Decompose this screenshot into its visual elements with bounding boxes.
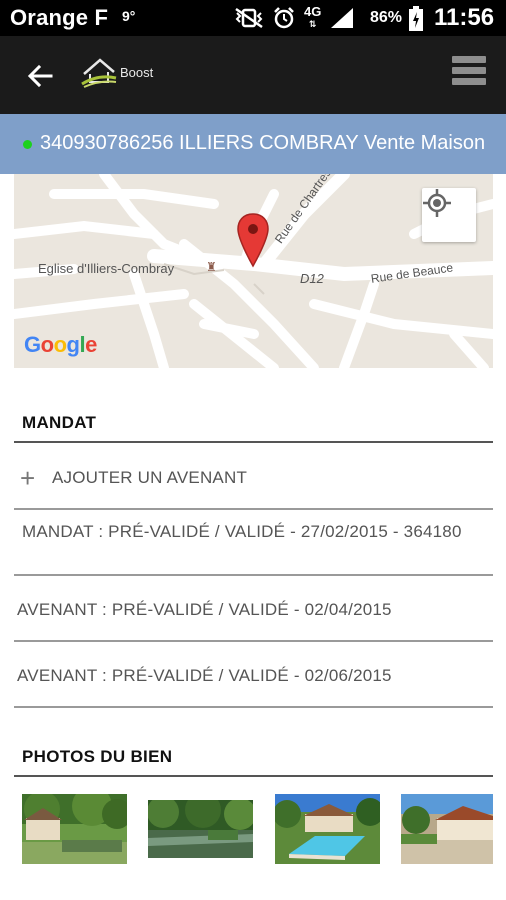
app-bar: Boost <box>0 36 506 114</box>
app-logo: Boost <box>80 56 153 88</box>
crosshair-icon <box>423 189 451 217</box>
network-type-label: 4G <box>304 4 322 19</box>
photo-house-garden <box>22 794 127 864</box>
avenant-row-text: AVENANT : PRÉ-VALIDÉ / VALIDÉ - 02/06/20… <box>17 666 392 685</box>
property-photo-thumbnail[interactable] <box>401 794 493 864</box>
plus-icon: + <box>20 463 36 493</box>
property-photo-thumbnail[interactable] <box>22 794 127 864</box>
battery-charging-icon <box>408 6 424 37</box>
vibrate-mute-icon <box>234 7 264 29</box>
signal-icon <box>329 6 355 30</box>
google-letter: G <box>24 332 41 357</box>
property-title-bar: 340930786256 ILLIERS COMBRAY Vente Maiso… <box>0 114 506 174</box>
church-icon: ♜ <box>206 260 217 274</box>
add-avenant-button[interactable]: + AJOUTER UN AVENANT <box>14 455 493 505</box>
status-icons: 4G ⇅ <box>234 4 355 32</box>
clock: 11:56 <box>434 4 495 31</box>
logo-text: Boost <box>120 65 154 80</box>
photos-section-title: PHOTOS DU BIEN <box>22 747 173 766</box>
google-letter: o <box>40 332 54 357</box>
google-letter: g <box>66 332 80 357</box>
avenant-row[interactable]: AVENANT : PRÉ-VALIDÉ / VALIDÉ - 02/06/20… <box>14 642 493 706</box>
house-logo-icon <box>81 58 117 88</box>
add-avenant-label: AJOUTER UN AVENANT <box>52 468 248 487</box>
map-view[interactable]: Eglise d'Illiers-Combray ♜ Rue de Chartr… <box>14 174 493 368</box>
google-logo: Google <box>24 332 97 358</box>
photo-river <box>148 800 253 858</box>
weather-temperature: 9° <box>122 8 136 24</box>
menu-button[interactable] <box>452 56 492 92</box>
google-letter: o <box>53 332 67 357</box>
mandat-row-text: MANDAT : PRÉ-VALIDÉ / VALIDÉ - 27/02/201… <box>22 522 462 541</box>
google-letter: e <box>85 332 97 357</box>
mandat-row[interactable]: MANDAT : PRÉ-VALIDÉ / VALIDÉ - 27/02/201… <box>14 510 493 574</box>
status-bar: Orange F 9° 4G ⇅ 86% 11:56 <box>0 0 506 36</box>
arrow-left-icon <box>27 64 53 88</box>
photo-pool <box>275 794 380 864</box>
location-marker-icon[interactable] <box>236 212 270 268</box>
row-divider <box>14 706 493 708</box>
avenant-row-text: AVENANT : PRÉ-VALIDÉ / VALIDÉ - 02/04/20… <box>17 600 392 619</box>
menu-bar-icon <box>452 56 486 63</box>
photo-house-front <box>401 794 493 864</box>
avenant-row[interactable]: AVENANT : PRÉ-VALIDÉ / VALIDÉ - 02/04/20… <box>14 576 493 640</box>
map-road-label: D12 <box>300 271 324 286</box>
my-location-button[interactable] <box>422 188 476 242</box>
carrier-name: Orange F <box>10 5 109 30</box>
status-dot <box>23 140 32 149</box>
section-divider <box>14 441 493 443</box>
alarm-icon <box>272 6 296 30</box>
network-type-icon: 4G ⇅ <box>304 4 322 29</box>
mandat-section-title: MANDAT <box>22 413 97 432</box>
menu-bar-icon <box>452 67 486 74</box>
property-photo-thumbnail[interactable] <box>275 794 380 864</box>
battery-percent: 86% <box>370 9 403 26</box>
section-divider <box>14 775 493 777</box>
menu-bar-icon <box>452 78 486 85</box>
back-button[interactable] <box>22 58 58 94</box>
property-photo-thumbnail[interactable] <box>148 800 253 858</box>
property-title: 340930786256 ILLIERS COMBRAY Vente Maiso… <box>40 132 486 154</box>
map-poi-label: Eglise d'Illiers-Combray <box>38 261 175 276</box>
